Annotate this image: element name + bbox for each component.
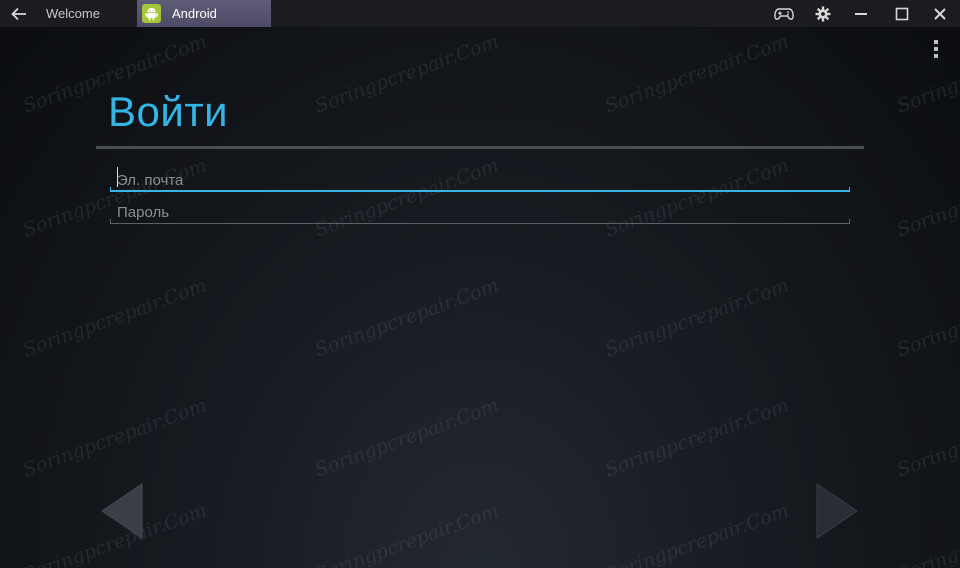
tab-android-label: Android	[172, 6, 217, 21]
watermark-text: Soringpcrepair.Com	[312, 499, 502, 568]
back-button[interactable]	[8, 3, 30, 25]
settings-button[interactable]	[812, 3, 834, 25]
title-divider	[96, 146, 864, 149]
watermark-text: Soringpcrepair.Com	[20, 394, 210, 482]
overflow-menu-button[interactable]	[926, 38, 946, 60]
tab-android[interactable]: Android	[137, 0, 271, 27]
gear-icon	[815, 6, 831, 22]
close-icon	[934, 8, 946, 20]
window-titlebar: Welcome Android	[0, 0, 960, 27]
watermark-text: Soringpcrepair.Com	[602, 274, 792, 362]
watermark-text: Soringpcrepair.Com	[894, 394, 960, 482]
triangle-right-icon	[816, 483, 858, 539]
watermark-text: Soringpcrepair.Com	[312, 394, 502, 482]
maximize-button[interactable]	[891, 3, 913, 25]
password-input[interactable]	[110, 196, 850, 224]
page-title: Войти	[108, 88, 229, 135]
watermark-text: Soringpcrepair.Com	[894, 274, 960, 362]
email-input[interactable]	[110, 164, 850, 192]
watermark-text: Soringpcrepair.Com	[602, 30, 792, 118]
next-button[interactable]	[815, 482, 859, 540]
tab-welcome-label: Welcome	[46, 6, 100, 21]
text-cursor	[117, 167, 118, 187]
email-underline	[110, 190, 850, 192]
watermark-text: Soringpcrepair.Com	[20, 274, 210, 362]
password-underline	[110, 223, 850, 224]
dot-icon	[934, 47, 938, 51]
arrow-left-icon	[11, 7, 26, 21]
watermark-text: Soringpcrepair.Com	[602, 499, 792, 568]
gamepad-button[interactable]	[773, 3, 795, 25]
watermark-text: Soringpcrepair.Com	[894, 154, 960, 242]
gamepad-icon	[774, 8, 794, 20]
watermark-text: Soringpcrepair.Com	[602, 394, 792, 482]
previous-button[interactable]	[100, 482, 144, 540]
minimize-icon	[855, 13, 867, 15]
watermark-text: Soringpcrepair.Com	[312, 30, 502, 118]
dot-icon	[934, 54, 938, 58]
watermark-text: Soringpcrepair.Com	[894, 499, 960, 568]
triangle-left-icon	[101, 483, 143, 539]
watermark-text: Soringpcrepair.Com	[312, 274, 502, 362]
minimize-button[interactable]	[850, 3, 872, 25]
android-icon	[142, 4, 161, 23]
password-field[interactable]	[110, 196, 850, 224]
email-field[interactable]	[110, 164, 850, 192]
maximize-icon	[895, 7, 909, 21]
tab-welcome[interactable]: Welcome	[34, 0, 134, 27]
dot-icon	[934, 40, 938, 44]
close-button[interactable]	[929, 3, 951, 25]
